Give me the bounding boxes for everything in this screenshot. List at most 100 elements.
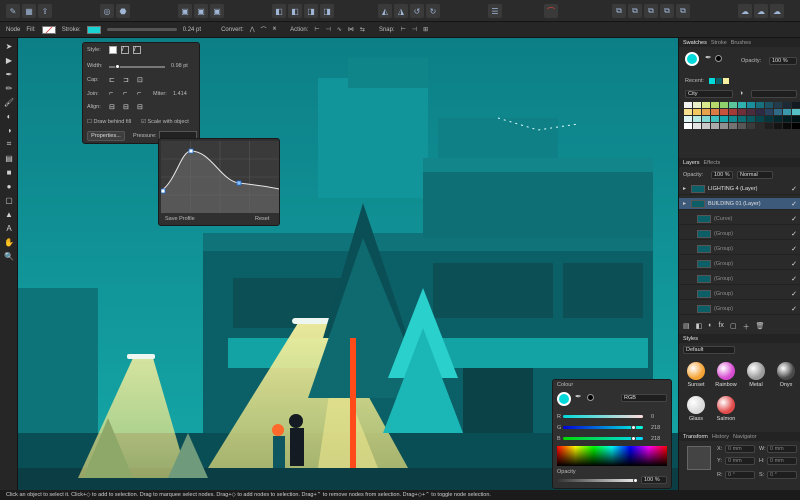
pen-icon[interactable]: ✒ — [2, 68, 16, 80]
swatch-cell[interactable] — [693, 102, 701, 108]
expand-icon[interactable]: ▸ — [683, 200, 688, 207]
blend-mode-select[interactable]: Normal — [737, 171, 773, 179]
y-field[interactable]: 0 mm — [725, 457, 755, 465]
view-mode-icon[interactable]: ◎ — [100, 4, 114, 18]
swatch-cell[interactable] — [756, 123, 764, 129]
group-icon[interactable]: ▢ — [730, 322, 737, 332]
join-curves-icon[interactable]: ⋈ — [348, 26, 354, 33]
delete-layer-icon[interactable]: 🗑 — [756, 322, 765, 332]
g-value[interactable]: 218 — [651, 425, 660, 431]
swatch-cell[interactable] — [738, 109, 746, 115]
tab-brushes[interactable]: Brushes — [731, 40, 751, 46]
colour-mode-select[interactable]: RGB — [621, 394, 667, 402]
ellipse-icon[interactable]: ● — [2, 180, 16, 192]
swatch-cell[interactable] — [756, 109, 764, 115]
join-miter-icon[interactable]: ⌐ — [109, 90, 113, 97]
close-curve-icon[interactable]: ⊣ — [326, 26, 331, 33]
swatch-cell[interactable] — [729, 102, 737, 108]
swatch-cell[interactable] — [711, 102, 719, 108]
swatch-opacity-value[interactable]: 100 % — [769, 57, 797, 65]
visibility-check-icon[interactable]: ✓ — [791, 215, 797, 223]
tab-stroke[interactable]: Stroke — [711, 40, 727, 46]
swatch-cell[interactable] — [720, 116, 728, 122]
swatch-cell[interactable] — [792, 109, 800, 115]
smooth-curve-icon[interactable]: ∿ — [337, 26, 342, 33]
swatch-cell[interactable] — [783, 102, 791, 108]
opacity-value[interactable]: 100 % — [641, 476, 667, 484]
x-field[interactable]: 0 mm — [725, 445, 755, 453]
eyedropper-icon[interactable]: ✒ — [575, 392, 582, 401]
style-none-button[interactable] — [109, 46, 117, 54]
b-slider-knob[interactable] — [631, 436, 636, 441]
swatch-cell[interactable] — [747, 123, 755, 129]
assistant-icon[interactable]: ☁ — [738, 4, 752, 18]
width-slider-knob[interactable] — [115, 64, 120, 69]
swatch-cell[interactable] — [693, 109, 701, 115]
swatch-cell[interactable] — [783, 123, 791, 129]
swatch-cell[interactable] — [747, 109, 755, 115]
select-all-icon[interactable]: ▣ — [178, 4, 192, 18]
bring-forward-icon[interactable]: ◧ — [272, 4, 286, 18]
snap-nodes-icon[interactable]: ⊢ — [401, 26, 406, 33]
swatch-cell[interactable] — [693, 116, 701, 122]
swatch-cell[interactable] — [684, 109, 692, 115]
tab-layers[interactable]: Layers — [683, 160, 700, 166]
swatch-cell[interactable] — [684, 116, 692, 122]
select-same-icon[interactable]: ▣ — [194, 4, 208, 18]
rotation-field[interactable]: 0 ° — [725, 471, 755, 479]
tab-history[interactable]: History — [712, 434, 729, 440]
swatch-cell[interactable] — [738, 123, 746, 129]
swatch-cell[interactable] — [720, 102, 728, 108]
designer-persona-icon[interactable]: ✎ — [6, 4, 20, 18]
swatch-cell[interactable] — [702, 102, 710, 108]
swatch-cell[interactable] — [720, 123, 728, 129]
join-bevel-icon[interactable]: ⌐ — [137, 90, 141, 97]
join-round-icon[interactable]: ⌐ — [123, 90, 127, 97]
current-stroke-swatch[interactable] — [715, 55, 722, 62]
visibility-check-icon[interactable]: ✓ — [791, 290, 797, 298]
recent-swatch[interactable] — [716, 78, 722, 84]
stroke-width-slider[interactable] — [106, 28, 177, 31]
send-backward-icon[interactable]: ◨ — [320, 4, 334, 18]
opacity-slider-knob[interactable] — [633, 478, 638, 483]
convert-smooth-icon[interactable]: ⌒ — [261, 25, 267, 34]
layer-row[interactable]: (Group) ✓ — [679, 288, 800, 300]
visibility-check-icon[interactable]: ✓ — [791, 245, 797, 253]
swatch-eyedropper-icon[interactable]: ✒ — [705, 53, 712, 62]
cap-round-icon[interactable]: ⊐ — [123, 76, 129, 84]
swatch-cell[interactable] — [774, 102, 782, 108]
document-canvas[interactable]: Style: / / Width: 0.98 pt Cap: ⊏ ⊐ ⊡ Joi… — [18, 38, 678, 490]
g-slider-knob[interactable] — [631, 425, 636, 430]
tab-styles[interactable]: Styles — [683, 336, 698, 342]
visibility-check-icon[interactable]: ✓ — [791, 305, 797, 313]
layer-row[interactable]: (Group) ✓ — [679, 303, 800, 315]
visibility-check-icon[interactable]: ✓ — [791, 200, 797, 208]
crop-icon[interactable]: ⌗ — [2, 138, 16, 150]
pixel-persona-icon[interactable]: ▦ — [22, 4, 36, 18]
adjustment-icon[interactable]: ◐ — [708, 322, 712, 332]
reverse-curve-icon[interactable]: ⇆ — [360, 26, 365, 33]
expand-icon[interactable]: ▸ — [683, 185, 688, 192]
swatch-cell[interactable] — [711, 116, 719, 122]
swatch-cell[interactable] — [702, 123, 710, 129]
rotate-right-icon[interactable]: ↻ — [426, 4, 440, 18]
swatch-cell[interactable] — [765, 123, 773, 129]
palette-menu-icon[interactable]: ◑ — [739, 90, 743, 97]
style-solid-button[interactable]: / — [121, 46, 129, 54]
b-value[interactable]: 218 — [651, 436, 660, 442]
stroke-colour-swatch[interactable] — [587, 394, 594, 401]
swatch-cell[interactable] — [693, 123, 701, 129]
visibility-check-icon[interactable]: ✓ — [791, 275, 797, 283]
style-preset[interactable]: Glass — [681, 396, 711, 422]
move-icon[interactable]: ➤ — [2, 40, 16, 52]
swatch-cell[interactable] — [684, 123, 692, 129]
text-icon[interactable]: A — [2, 222, 16, 234]
convert-smart-icon[interactable]: ⩙ — [273, 26, 276, 33]
break-curve-icon[interactable]: ⊢ — [314, 26, 319, 33]
add-icon[interactable]: ⧉ — [612, 4, 626, 18]
select-inverse-icon[interactable]: ▣ — [210, 4, 224, 18]
place-icon[interactable]: ▤ — [2, 152, 16, 164]
visibility-check-icon[interactable]: ✓ — [791, 230, 797, 238]
swatch-cell[interactable] — [729, 116, 737, 122]
divide-icon[interactable]: ⧉ — [676, 4, 690, 18]
